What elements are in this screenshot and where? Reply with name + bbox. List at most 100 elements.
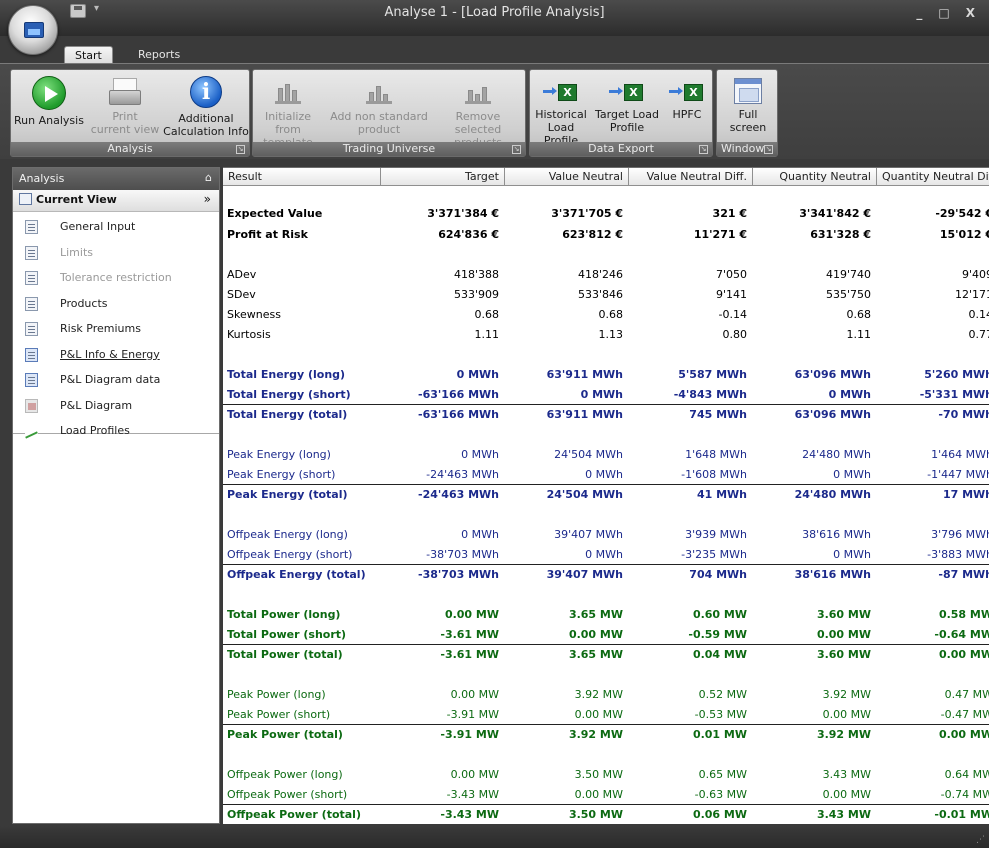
table-cell: 3'796 MWh	[931, 528, 989, 541]
column-header-result[interactable]: Result	[223, 168, 381, 186]
table-cell: 3'371'705 €	[551, 207, 623, 220]
nav-item-p-l-info-energy[interactable]: P&L Info & Energy	[13, 343, 219, 368]
table-cell: -1'447 MWh	[927, 468, 989, 481]
table-cell: 63'911 MWh	[546, 408, 623, 421]
column-header-value-neutral-diff[interactable]: Value Neutral Diff.	[629, 168, 753, 186]
table-cell: 12'171	[954, 288, 989, 301]
table-cell: -3.91 MW	[446, 708, 499, 721]
row-label: Total Power (long)	[227, 608, 341, 621]
dialog-launcher-icon[interactable]: ↘	[512, 145, 521, 154]
column-header-quantity-neutral-diff[interactable]: Quantity Neutral Diff.	[877, 168, 989, 186]
column-header-target[interactable]: Target	[381, 168, 505, 186]
add-product-label-line2: product	[357, 123, 401, 136]
table-cell: 17 MWh	[942, 488, 989, 501]
application-menu-button[interactable]	[8, 5, 58, 55]
tab-start[interactable]: Start	[64, 46, 113, 64]
dialog-launcher-icon[interactable]: ↘	[764, 145, 773, 154]
full-screen-button[interactable]: Full screen	[719, 76, 777, 134]
table-cell: -0.74 MW	[940, 788, 989, 801]
nav-item-risk-premiums[interactable]: Risk Premiums	[13, 317, 219, 342]
table-cell: 0 MWh	[580, 388, 623, 401]
nav-item-products[interactable]: Products	[13, 292, 219, 317]
table-cell: -3.43 MW	[446, 788, 499, 801]
minimize-button[interactable]: _	[916, 6, 922, 20]
column-header-value-neutral[interactable]: Value Neutral	[505, 168, 629, 186]
table-cell: 533'846	[577, 288, 623, 301]
nav-item-general-input[interactable]: General Input	[13, 215, 219, 240]
add-non-standard-product-button[interactable]: Add non standard product	[327, 76, 431, 136]
close-button[interactable]: X	[966, 6, 975, 20]
export-hpfc-button[interactable]: X HPFC	[664, 76, 710, 121]
table-cell: 3.92 MW	[568, 728, 623, 741]
nav-item-tolerance-restriction[interactable]: Tolerance restriction	[13, 266, 219, 291]
table-cell: 38'616 MWh	[794, 568, 871, 581]
table-cell: -1'608 MWh	[681, 468, 747, 481]
table-cell: 0.52 MW	[698, 688, 747, 701]
collapse-icon[interactable]: »	[204, 192, 211, 206]
table-cell: 0 MWh	[833, 468, 871, 481]
table-cell: 535'750	[825, 288, 871, 301]
table-cell: 0.65 MW	[698, 768, 747, 781]
table-cell: 0.58 MW	[938, 608, 989, 621]
initialize-from-template-button[interactable]: Initialize from template	[255, 76, 321, 149]
table-cell: 0 MWh	[833, 548, 871, 561]
nav-item-label: Products	[60, 296, 108, 310]
nav-item-load-profiles[interactable]: Load Profiles	[13, 419, 219, 444]
column-header-quantity-neutral[interactable]: Quantity Neutral	[753, 168, 877, 186]
table-cell: 9'141	[715, 288, 747, 301]
excel-export-icon: X	[543, 84, 579, 104]
row-label: Total Energy (short)	[227, 388, 351, 401]
panel-title: Analysis	[19, 172, 65, 185]
run-analysis-button[interactable]: Run Analysis	[13, 76, 85, 127]
run-analysis-label: Run Analysis	[14, 114, 84, 127]
nav-item-label: Risk Premiums	[60, 322, 141, 335]
fullscreen-icon	[734, 78, 762, 104]
current-view-header[interactable]: Current View »	[13, 190, 219, 212]
maximize-button[interactable]: □	[938, 6, 949, 20]
table-row: Peak Power (long) 0.00 MW 3.92 MW 0.52 MW 3.…	[223, 685, 989, 705]
table-row: Offpeak Power (short) -3.43 MW 0.00 MW -0.6…	[223, 785, 989, 805]
table-cell: 63'096 MWh	[794, 368, 871, 381]
nav-item-limits[interactable]: Limits	[13, 241, 219, 266]
table-row: ADev 418'388 418'246 7'050 419'740 9'409	[223, 265, 989, 285]
export-historical-load-profile-button[interactable]: X Historical Load Profile	[532, 76, 590, 147]
nav-item-label: Limits	[60, 245, 93, 259]
table-cell: 3.60 MW	[816, 648, 871, 661]
table-cell: 0.64 MW	[944, 768, 989, 781]
table-row: Total Energy (long) 0 MWh 63'911 MWh 5'587 …	[223, 365, 989, 385]
table-cell: 0.68	[598, 308, 624, 321]
export-target-load-profile-button[interactable]: X Target Load Profile	[592, 76, 662, 134]
table-cell: -4'843 MWh	[673, 388, 747, 401]
table-row: Peak Power (short) -3.91 MW 0.00 MW -0.53 M…	[223, 705, 989, 725]
nav-item-label: Load Profiles	[60, 424, 130, 437]
dialog-launcher-icon[interactable]: ↘	[699, 145, 708, 154]
nav-item-p-l-diagram[interactable]: P&L Diagram	[13, 394, 219, 419]
panel-header: Analysis ⌂	[13, 168, 219, 190]
group-analysis: Run Analysis Print current view i Additi…	[10, 69, 250, 157]
remove-selected-products-button[interactable]: Remove selected products	[431, 76, 525, 149]
table-row: Offpeak Energy (short) -38'703 MWh 0 MWh -3…	[223, 545, 989, 565]
table-cell: 24'480 MWh	[794, 488, 871, 501]
table-cell: 0.00 MW	[574, 708, 623, 721]
row-label: Peak Power (total)	[227, 728, 343, 741]
table-cell: 0 MWh	[461, 528, 499, 541]
form-icon	[25, 271, 38, 285]
print-label-line2: current view	[90, 123, 160, 136]
table-row: Skewness 0.68 0.68 -0.14 0.68 0.14	[223, 305, 989, 325]
table-cell: -24'463 MWh	[418, 488, 499, 501]
table-cell: 0.68	[846, 308, 872, 321]
nav-item-p-l-diagram-data[interactable]: P&L Diagram data	[13, 368, 219, 393]
additional-calculation-info-button[interactable]: i Additional Calculation Info	[163, 76, 249, 138]
group-label-data-export: Data Export	[530, 142, 712, 156]
printer-icon	[109, 76, 141, 106]
row-label: Peak Power (short)	[227, 708, 331, 721]
dialog-launcher-icon[interactable]: ↘	[236, 145, 245, 154]
print-current-view-button[interactable]: Print current view	[85, 76, 165, 136]
tab-reports[interactable]: Reports	[128, 46, 190, 64]
table-cell: 0.68	[474, 308, 500, 321]
nav-item-label: P&L Diagram	[60, 398, 133, 412]
resize-grip-icon[interactable]: ⋰	[976, 835, 985, 845]
table-cell: -3.43 MW	[440, 808, 499, 821]
row-label: Skewness	[227, 308, 281, 321]
pin-icon[interactable]: ⌂	[205, 171, 212, 184]
